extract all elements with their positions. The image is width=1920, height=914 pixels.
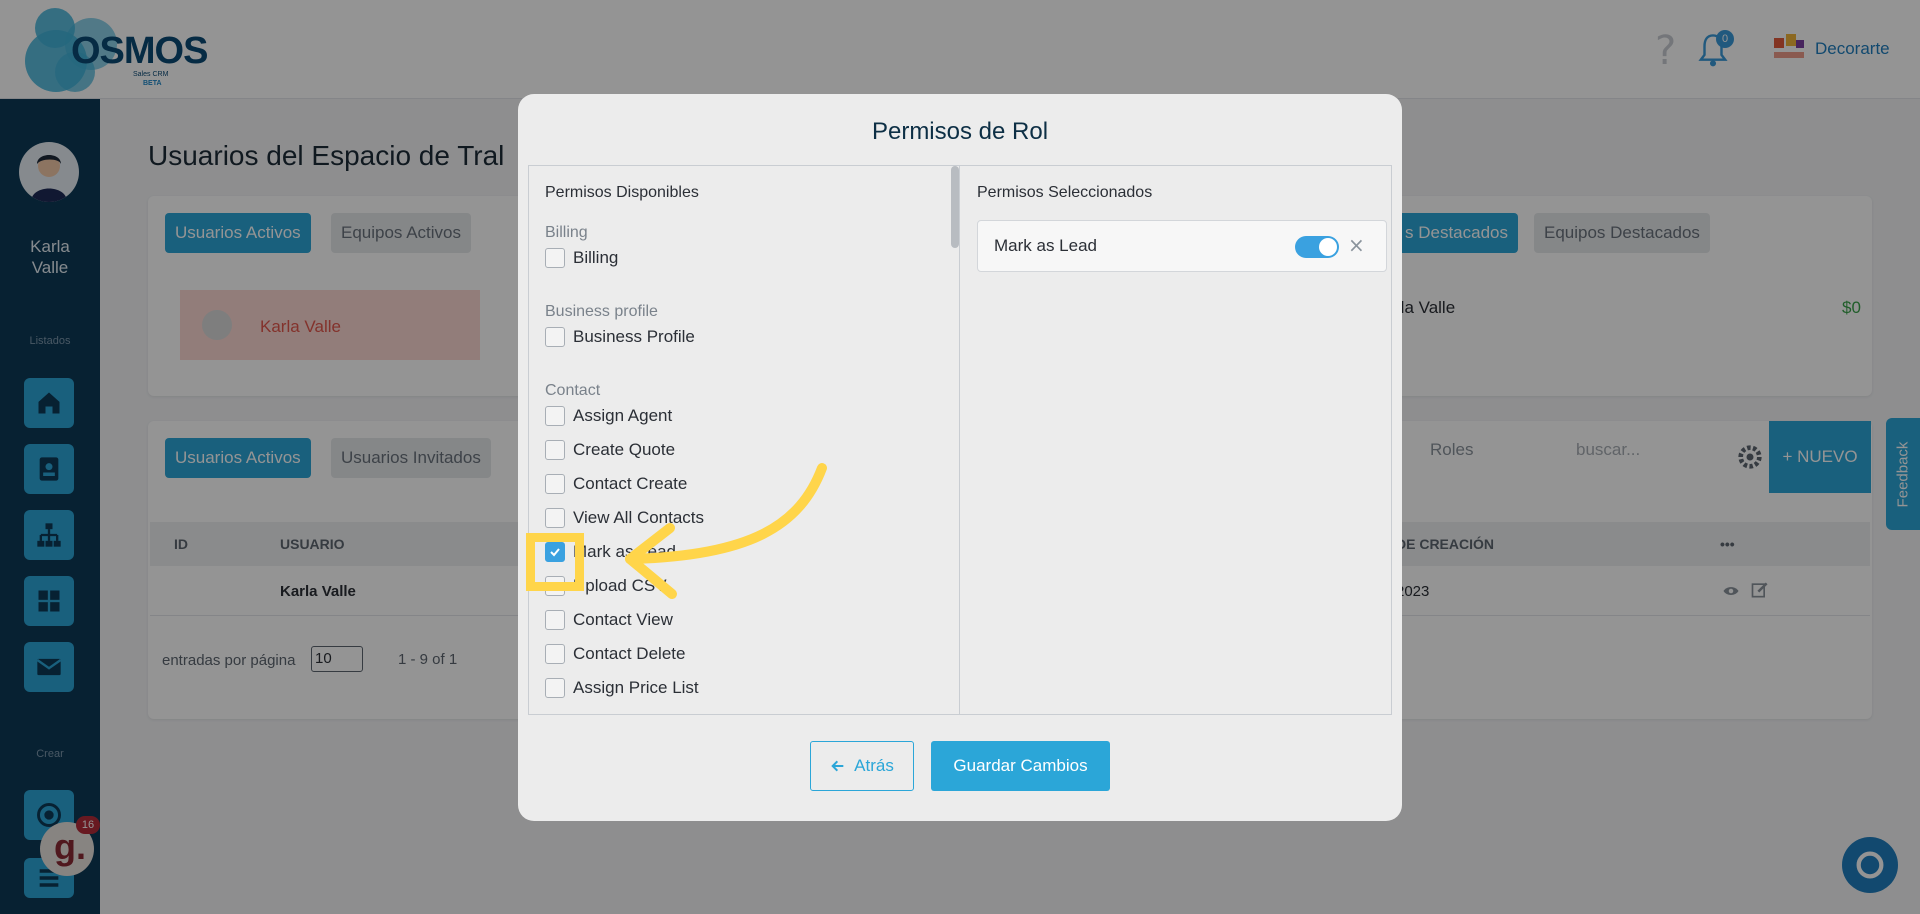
selected-heading: Permisos Seleccionados [977,184,1153,201]
perm-assign-agent[interactable]: Assign Agent [545,405,672,427]
checkbox[interactable] [545,440,565,460]
perm-billing[interactable]: Billing [545,247,618,269]
available-heading: Permisos Disponibles [545,184,699,201]
perm-contact-view[interactable]: Contact View [545,609,673,631]
arrow-left-icon [831,760,844,772]
available-permissions-panel: Permisos Disponibles Billing Billing Bus… [529,166,960,714]
back-button[interactable]: Atrás [810,741,914,791]
checkbox[interactable] [545,248,565,268]
scrollbar[interactable] [951,166,959,248]
modal-title: Permisos de Rol [871,118,1049,145]
checkbox[interactable] [545,644,565,664]
checkbox[interactable] [545,406,565,426]
checkbox[interactable] [545,678,565,698]
permission-toggle[interactable] [1295,236,1339,258]
save-changes-button[interactable]: Guardar Cambios [931,741,1110,791]
group-billing: Billing [545,224,588,241]
perm-label: Contact View [573,610,673,629]
back-button-label: Atrás [854,756,894,775]
selected-permission-item: Mark as Lead × [977,220,1387,272]
selected-permission-label: Mark as Lead [994,236,1097,255]
highlight-box [526,533,584,591]
perm-label: Assign Agent [573,406,673,425]
checkbox[interactable] [545,327,565,347]
perm-label: Billing [573,248,619,267]
perm-label: Assign Price List [573,678,699,697]
perm-assign-price-list[interactable]: Assign Price List [545,677,699,699]
perm-contact-delete[interactable]: Contact Delete [545,643,685,665]
checkbox[interactable] [545,610,565,630]
toggle-knob [1319,238,1337,256]
perm-label: Business Profile [573,327,695,346]
group-contact: Contact [545,382,601,399]
checkbox[interactable] [545,474,565,494]
permissions-box: Permisos Disponibles Billing Billing Bus… [528,165,1392,715]
perm-label: Contact Delete [573,644,686,663]
perm-business-profile[interactable]: Business Profile [545,326,695,348]
group-business-profile: Business profile [545,303,658,320]
close-icon[interactable]: × [1348,233,1365,257]
arrow-annotation-icon [625,463,827,599]
checkbox[interactable] [545,508,565,528]
